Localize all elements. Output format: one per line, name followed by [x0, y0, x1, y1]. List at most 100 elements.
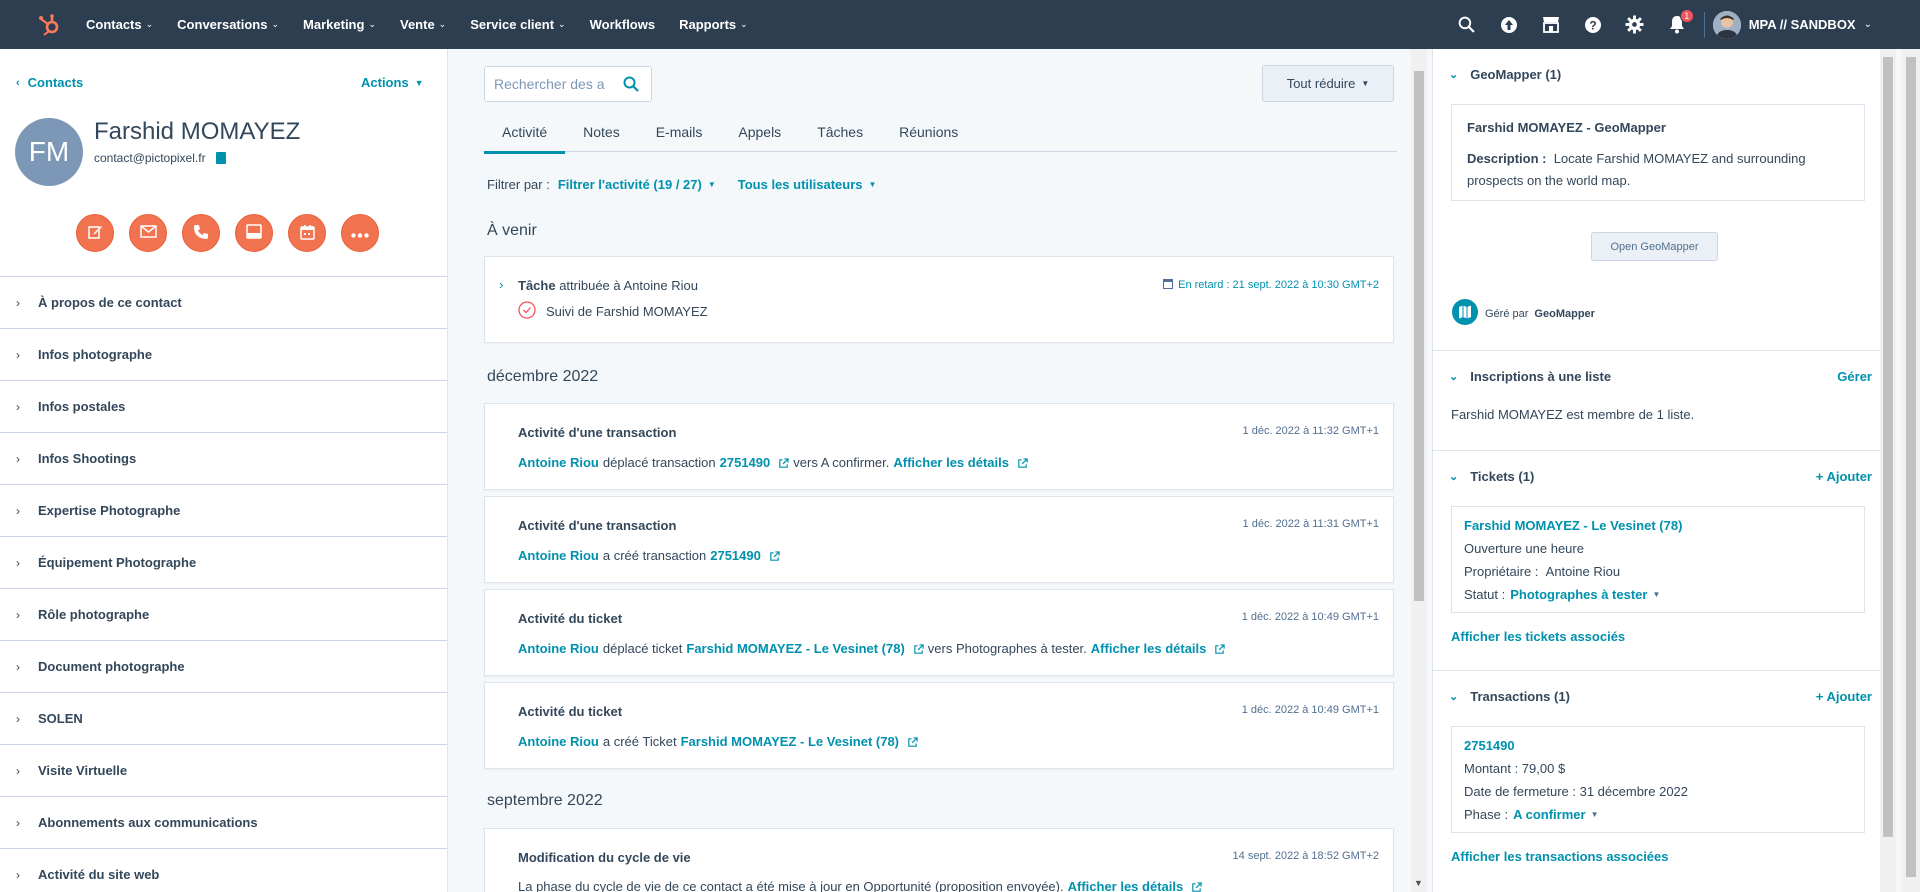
timeline-scrollbar[interactable]: ▼ — [1411, 49, 1427, 892]
lists-section-header[interactable]: ⌄ Inscriptions à une liste — [1449, 369, 1611, 384]
scroll-down-arrow-icon[interactable]: ▼ — [1414, 878, 1423, 888]
ticket-link[interactable]: Farshid MOMAYEZ - Le Vesinet (78) — [686, 641, 904, 656]
add-ticket-link[interactable]: + Ajouter — [1816, 469, 1872, 484]
section-expertise[interactable]: › Expertise Photographe — [0, 485, 447, 537]
nav-workflows[interactable]: Workflows — [590, 17, 656, 32]
chevron-right-icon[interactable]: › — [499, 277, 503, 292]
page-scrollbar[interactable] — [1902, 49, 1920, 892]
search-icon[interactable] — [1456, 14, 1478, 36]
section-equipement[interactable]: › Équipement Photographe — [0, 537, 447, 589]
actions-dropdown[interactable]: Actions ▼ — [361, 75, 424, 90]
external-link-icon[interactable] — [774, 455, 789, 470]
activity-card[interactable]: Activité du ticket 1 déc. 2022 à 10:49 G… — [484, 589, 1394, 676]
month-heading: décembre 2022 — [487, 368, 599, 385]
section-infos-photographe[interactable]: › Infos photographe — [0, 329, 447, 381]
activity-card[interactable]: Activité d'une transaction 1 déc. 2022 à… — [484, 403, 1394, 490]
nav-service-client[interactable]: Service client ⌄ — [470, 17, 565, 32]
nav-vente[interactable]: Vente ⌄ — [400, 17, 446, 32]
users-filter-dropdown[interactable]: Tous les utilisateurs ▼ — [738, 177, 877, 192]
external-link-icon[interactable] — [765, 548, 780, 563]
tab-emails[interactable]: E-mails — [638, 112, 721, 152]
activity-card[interactable]: Activité du ticket 1 déc. 2022 à 10:49 G… — [484, 682, 1394, 769]
user-link[interactable]: Antoine Riou — [518, 548, 599, 563]
section-infos-shootings[interactable]: › Infos Shootings — [0, 433, 447, 485]
external-link-icon[interactable] — [909, 641, 924, 656]
open-geomapper-button[interactable]: Open GeoMapper — [1591, 232, 1718, 261]
section-about[interactable]: › À propos de ce contact — [0, 277, 447, 329]
upgrade-icon[interactable] — [1498, 14, 1520, 36]
tab-reunions[interactable]: Réunions — [881, 112, 976, 152]
hubspot-logo-icon[interactable] — [34, 10, 64, 40]
settings-gear-icon[interactable] — [1624, 14, 1646, 36]
deals-section-header[interactable]: ⌄ Transactions (1) — [1449, 689, 1570, 704]
status-dropdown[interactable]: Photographes à tester — [1510, 587, 1647, 602]
section-activite-site[interactable]: › Activité du site web — [0, 849, 447, 892]
tab-taches[interactable]: Tâches — [799, 112, 881, 152]
section-document[interactable]: › Document photographe — [0, 641, 447, 693]
external-link-icon[interactable] — [1210, 641, 1226, 656]
details-link[interactable]: Afficher les détails — [1068, 879, 1184, 892]
external-link-icon[interactable] — [903, 734, 918, 749]
scrollbar-thumb[interactable] — [1414, 71, 1424, 601]
note-button[interactable] — [76, 214, 114, 252]
caret-down-icon[interactable]: ▼ — [1591, 810, 1599, 819]
notifications-bell-icon[interactable]: 1 — [1666, 8, 1694, 36]
phase-dropdown[interactable]: A confirmer — [1513, 807, 1585, 822]
help-icon[interactable]: ? — [1582, 14, 1604, 36]
ticket-link[interactable]: Farshid MOMAYEZ - Le Vesinet (78) — [681, 734, 899, 749]
tickets-section-header[interactable]: ⌄ Tickets (1) — [1449, 469, 1534, 484]
task-subject[interactable]: Suivi de Farshid MOMAYEZ — [546, 304, 708, 319]
complete-task-checkbox[interactable] — [518, 301, 536, 322]
scrollbar-thumb[interactable] — [1906, 57, 1916, 877]
lifecycle-card[interactable]: Modification du cycle de vie 14 sept. 20… — [484, 828, 1394, 892]
view-tickets-link[interactable]: Afficher les tickets associés — [1451, 629, 1625, 644]
activity-search-input[interactable]: Rechercher des a — [484, 66, 652, 102]
nav-rapports[interactable]: Rapports ⌄ — [679, 17, 748, 32]
deal-link[interactable]: 2751490 — [710, 548, 761, 563]
nav-contacts[interactable]: Contacts ⌄ — [86, 17, 153, 32]
ticket-name-link[interactable]: Farshid MOMAYEZ - Le Vesinet (78) — [1464, 518, 1682, 533]
call-button[interactable] — [182, 214, 220, 252]
collapse-all-button[interactable]: Tout réduire ▼ — [1262, 65, 1394, 102]
copy-icon[interactable] — [215, 152, 226, 164]
section-abonnements[interactable]: › Abonnements aux communications — [0, 797, 447, 849]
tab-notes[interactable]: Notes — [565, 112, 638, 152]
details-link[interactable]: Afficher les détails — [1091, 641, 1207, 656]
more-button[interactable] — [341, 214, 379, 252]
tab-activite[interactable]: Activité — [484, 112, 566, 154]
details-link[interactable]: Afficher les détails — [893, 455, 1009, 470]
search-icon[interactable] — [623, 76, 639, 95]
account-menu[interactable]: MPA // SANDBOX ⌄ — [1712, 10, 1872, 39]
section-infos-postales[interactable]: › Infos postales — [0, 381, 447, 433]
external-link-icon[interactable] — [1187, 879, 1202, 892]
meeting-button[interactable] — [288, 214, 326, 252]
divider — [1433, 670, 1885, 671]
external-link-icon[interactable] — [1013, 455, 1028, 470]
log-activity-button[interactable] — [235, 214, 273, 252]
geomapper-section-header[interactable]: ⌄ GeoMapper (1) — [1449, 67, 1561, 82]
marketplace-icon[interactable] — [1540, 14, 1562, 36]
user-link[interactable]: Antoine Riou — [518, 455, 599, 470]
email-button[interactable] — [129, 214, 167, 252]
deal-link[interactable]: 2751490 — [720, 455, 771, 470]
activity-filter-dropdown[interactable]: Filtrer l'activité (19 / 27) ▼ — [558, 177, 716, 192]
nav-conversations[interactable]: Conversations ⌄ — [177, 17, 279, 32]
manage-lists-link[interactable]: Gérer — [1837, 369, 1872, 384]
caret-down-icon[interactable]: ▼ — [1652, 590, 1660, 599]
user-link[interactable]: Antoine Riou — [518, 734, 599, 749]
deal-name-link[interactable]: 2751490 — [1464, 738, 1515, 753]
section-solen[interactable]: › SOLEN — [0, 693, 447, 745]
view-deals-link[interactable]: Afficher les transactions associées — [1451, 849, 1669, 864]
tab-appels[interactable]: Appels — [720, 112, 799, 152]
contact-name[interactable]: Farshid MOMAYEZ — [94, 118, 300, 146]
activity-card[interactable]: Activité d'une transaction 1 déc. 2022 à… — [484, 496, 1394, 583]
add-deal-link[interactable]: + Ajouter — [1816, 689, 1872, 704]
section-visite-virtuelle[interactable]: › Visite Virtuelle — [0, 745, 447, 797]
section-role[interactable]: › Rôle photographe — [0, 589, 447, 641]
task-card[interactable]: › Tâche attribuée à Antoine Riou En reta… — [484, 256, 1394, 343]
back-to-contacts-link[interactable]: ‹ Contacts — [16, 75, 83, 90]
nav-marketing[interactable]: Marketing ⌄ — [303, 17, 376, 32]
scrollbar-thumb[interactable] — [1883, 57, 1893, 837]
right-panel-scrollbar[interactable] — [1880, 49, 1896, 892]
user-link[interactable]: Antoine Riou — [518, 641, 599, 656]
